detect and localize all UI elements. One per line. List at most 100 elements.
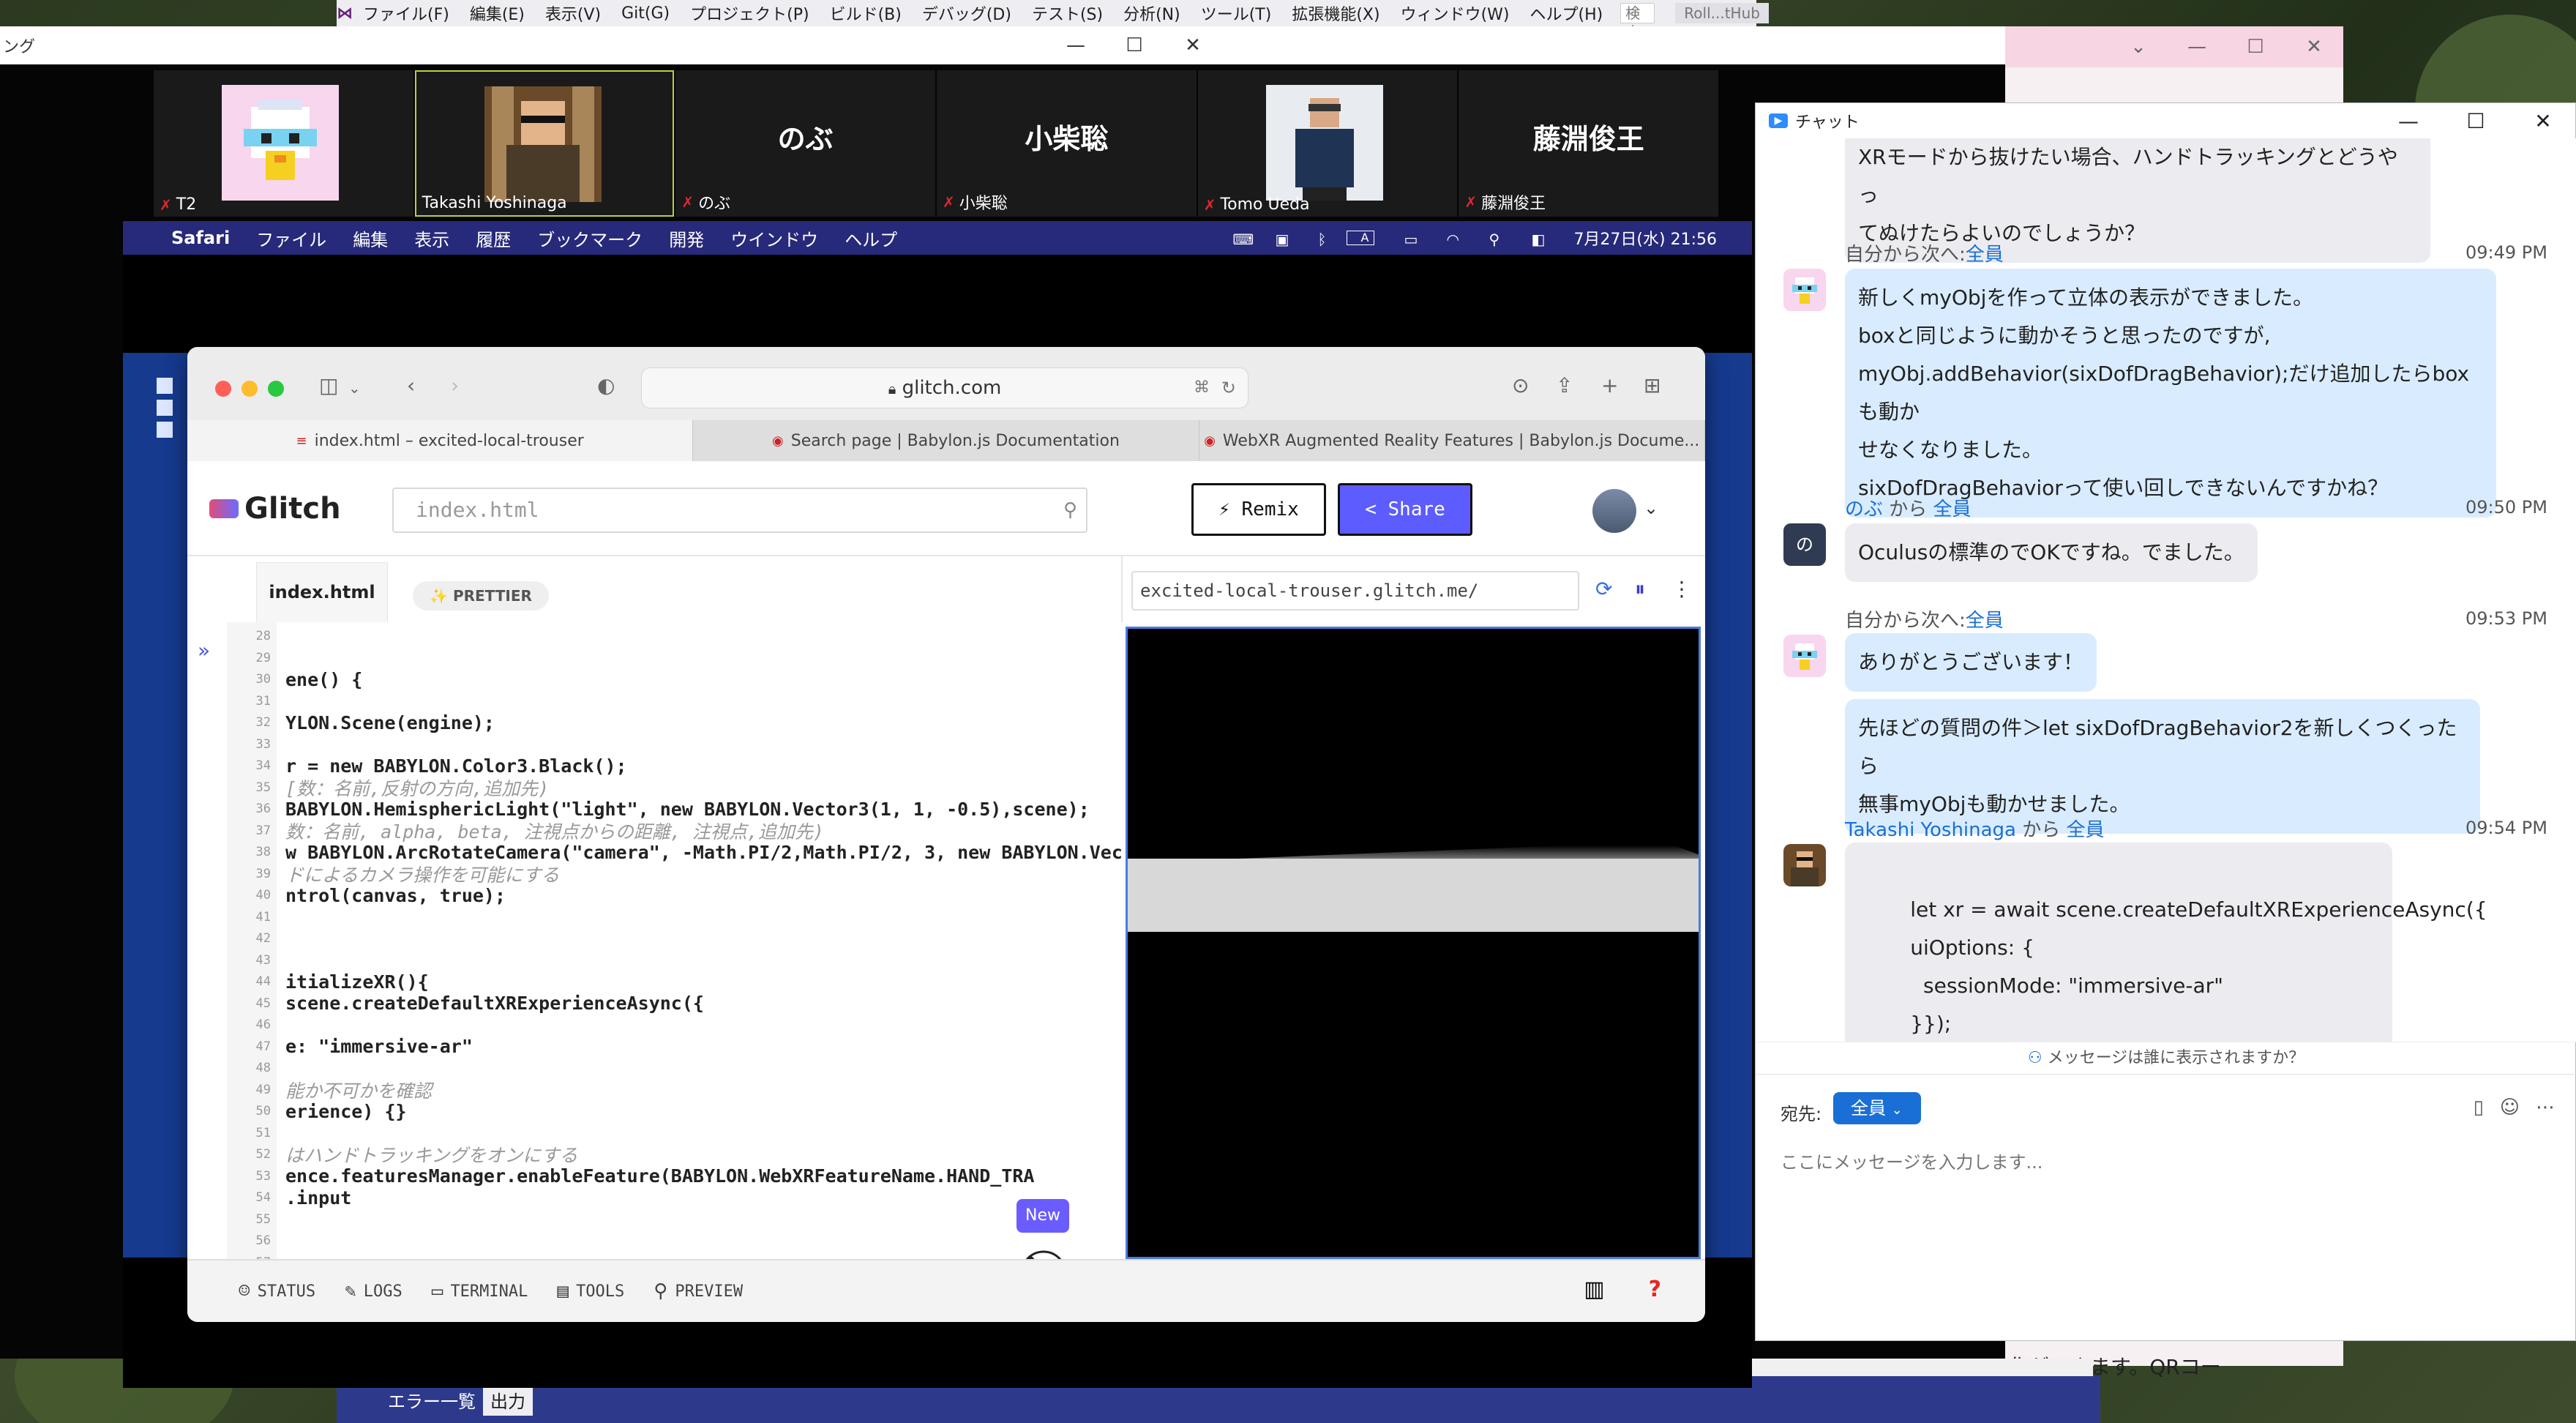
vs-menu-item[interactable]: ツール(T) — [1191, 1, 1282, 25]
chat-message-input[interactable] — [1781, 1148, 2542, 1177]
participant-tile-active-speaker[interactable]: Takashi Yoshinaga — [414, 70, 675, 217]
file-icon[interactable]: ▯ — [2474, 1097, 2484, 1118]
vs-search-box[interactable]: 検索... — [1620, 3, 1655, 41]
vs-menu-item[interactable]: ウィンドウ(W) — [1390, 1, 1520, 25]
screen-share-icon[interactable]: ▣ — [1262, 231, 1289, 248]
file-search-input[interactable]: index.html ⚲ — [392, 488, 1087, 533]
chevron-down-icon[interactable]: ⌄ — [348, 379, 361, 397]
mac-menu-item[interactable]: ウインドウ — [717, 225, 831, 251]
vs-menu-item[interactable]: ビルド(B) — [820, 1, 912, 25]
code-line[interactable]: 57 — [228, 1252, 285, 1260]
vs-menu-item[interactable]: 拡張機能(X) — [1281, 1, 1390, 25]
vs-menu-item[interactable]: デバッグ(D) — [912, 1, 1022, 25]
code-line[interactable]: 32 YLON.Scene(engine); — [228, 712, 495, 733]
minimize-icon[interactable]: — — [1046, 34, 1105, 56]
mac-menu-item[interactable]: 編集 — [340, 225, 401, 251]
tab-error-list[interactable]: エラー一覧 — [381, 1384, 483, 1416]
participant-tile[interactable]: 小柴聡 ✗ 小柴聡 — [937, 70, 1197, 217]
code-line[interactable]: 47 e: "immersive-ar" — [228, 1036, 473, 1058]
tab-overview-icon[interactable]: ⊞ — [1644, 373, 1660, 397]
code-line[interactable]: 43 — [228, 949, 285, 971]
new-tab-icon[interactable]: + — [1601, 373, 1618, 397]
help-icon[interactable]: ? — [1649, 1277, 1661, 1302]
chat-message-list[interactable]: XRモードから抜けたい場合、ハンドトラッキングとどうやっ てぬけたらよいのでしょ… — [1756, 138, 2576, 1042]
sidebar-icon[interactable]: ◫ — [319, 373, 338, 397]
code-line[interactable]: 39 ドによるカメラ操作を可能にする — [228, 863, 560, 886]
prettier-button[interactable]: ✨ PRETTIER — [413, 581, 549, 610]
participant-tile[interactable]: 藤淵俊王 ✗ 藤淵俊王 — [1459, 70, 1719, 217]
mac-app-name[interactable]: Safari — [158, 228, 243, 248]
code-line[interactable]: 30 ene() { — [228, 668, 363, 690]
tab-output[interactable]: 出力 — [483, 1383, 533, 1416]
mac-clock[interactable]: 7月27日(水) 21:56 — [1560, 226, 1730, 250]
vs-menu-item[interactable]: プロジェクト(P) — [680, 1, 819, 25]
code-line[interactable]: 48 — [228, 1057, 285, 1079]
code-line[interactable]: 45 scene.createDefaultXRExperienceAsync({ — [228, 993, 704, 1015]
who-can-see-link[interactable]: ⚇ メッセージは誰に表示されますか？ — [1756, 1042, 2576, 1074]
code-line[interactable]: 42 — [228, 927, 285, 949]
code-line[interactable]: 44 itializeXR(){ — [228, 971, 429, 993]
app-preview-canvas[interactable] — [1126, 627, 1701, 1259]
mac-menu-item[interactable]: 履歴 — [463, 225, 524, 251]
message-sender[interactable]: のぶ — [1845, 498, 1883, 520]
message-recipient[interactable]: 全員 — [1933, 498, 1972, 520]
code-line[interactable]: 51 — [228, 1122, 285, 1144]
pause-icon[interactable]: ⏸ — [1635, 577, 1645, 602]
participant-tile[interactable]: のぶ ✗ のぶ — [675, 70, 936, 217]
minimize-icon[interactable]: — — [2168, 36, 2226, 58]
more-options-icon[interactable]: ⋮ — [1671, 577, 1692, 601]
close-window-button[interactable] — [215, 381, 231, 397]
maximize-icon[interactable]: ☐ — [2442, 109, 2509, 133]
vs-menu-item[interactable]: 分析(N) — [1113, 1, 1191, 25]
address-bar[interactable]: 🔒︎ glitch.com ⌘ ↻ — [641, 367, 1248, 408]
close-icon[interactable]: ✕ — [2509, 109, 2576, 133]
maximize-icon[interactable]: ☐ — [2226, 36, 2285, 58]
vs-menu-item[interactable]: 編集(E) — [460, 1, 535, 25]
translate-icon[interactable]: ⌘ — [1194, 368, 1210, 408]
maximize-icon[interactable]: ☐ — [1105, 34, 1164, 56]
mac-menu-item[interactable]: ヘルプ — [831, 225, 910, 251]
chat-message-bubble[interactable]: Oculusの標準のでOKですね。でました。 — [1845, 523, 2258, 582]
vs-menu-item[interactable]: テスト(S) — [1022, 1, 1113, 25]
share-button[interactable]: < Share — [1338, 483, 1472, 536]
preview-button[interactable]: ⚲ PREVIEW — [654, 1280, 743, 1302]
code-line[interactable]: 50 erience) {} — [228, 1100, 407, 1122]
chat-message-bubble[interactable]: let xr = await scene.createDefaultXRExpe… — [1845, 843, 2487, 1042]
participant-tile[interactable]: ✗ Tomo Ueda — [1197, 70, 1458, 217]
desktop-app-icon[interactable] — [152, 375, 177, 448]
control-center-icon[interactable]: ◧ — [1518, 231, 1545, 248]
message-sender[interactable]: Takashi Yoshinaga — [1845, 819, 2016, 841]
wifi-icon[interactable]: ◠ — [1433, 231, 1459, 248]
code-line[interactable]: 28 — [228, 625, 285, 647]
code-line[interactable]: 40 ntrol(canvas, true); — [228, 884, 506, 906]
expand-sidebar-icon[interactable]: » — [198, 638, 210, 662]
chat-message-bubble[interactable]: 先ほどの質問の件＞let sixDofDragBehavior2を新しくつくった… — [1845, 699, 2480, 834]
code-line[interactable]: 49 能か不可かを確認 — [228, 1079, 433, 1102]
code-line[interactable]: 41 — [228, 906, 285, 928]
download-icon[interactable]: ⊙ — [1512, 373, 1529, 397]
keyboard-shortcuts-icon[interactable]: ▥ — [1584, 1277, 1604, 1302]
search-icon[interactable]: ⚲ — [1475, 231, 1502, 248]
visual-studio-icon[interactable]: ⋈ — [337, 4, 353, 23]
mac-menu-item[interactable]: ファイル — [243, 225, 340, 251]
chevron-down-icon[interactable]: ⌄ — [1644, 498, 1658, 518]
remix-button[interactable]: ⚡ Remix — [1191, 483, 1326, 536]
vs-menu-item[interactable]: ヘルプ(H) — [1519, 1, 1613, 25]
file-tab-index-html[interactable]: index.html — [256, 562, 388, 622]
recipient-select[interactable]: 全員 ⌄ — [1833, 1092, 1921, 1124]
tools-button[interactable]: ▤ TOOLS — [557, 1280, 624, 1302]
reload-icon[interactable]: ↻ — [1221, 368, 1236, 408]
bluetooth-icon[interactable]: ᛒ — [1304, 231, 1330, 248]
close-icon[interactable]: ✕ — [1164, 34, 1222, 56]
new-badge[interactable]: New — [1016, 1199, 1069, 1233]
code-line[interactable]: 56 — [228, 1230, 285, 1252]
browser-tab-active[interactable]: ≡ index.html – excited-local-trouser — [187, 420, 694, 461]
code-line[interactable]: 34 r = new BABYLON.Color3.Black(); — [228, 755, 627, 777]
code-line[interactable]: 29 — [228, 647, 285, 669]
code-line[interactable]: 31 — [228, 690, 285, 712]
terminal-button[interactable]: ▭ TERMINAL — [432, 1280, 528, 1302]
code-editor[interactable]: » 28 29 30 ene() {31 32 YLON.Scene(engine); 33… — [187, 622, 1121, 1259]
chat-message-bubble[interactable]: ありがとうございます！ — [1845, 633, 2097, 692]
minimize-window-button[interactable] — [242, 381, 258, 397]
logs-button[interactable]: ✎ LOGS — [345, 1280, 402, 1302]
